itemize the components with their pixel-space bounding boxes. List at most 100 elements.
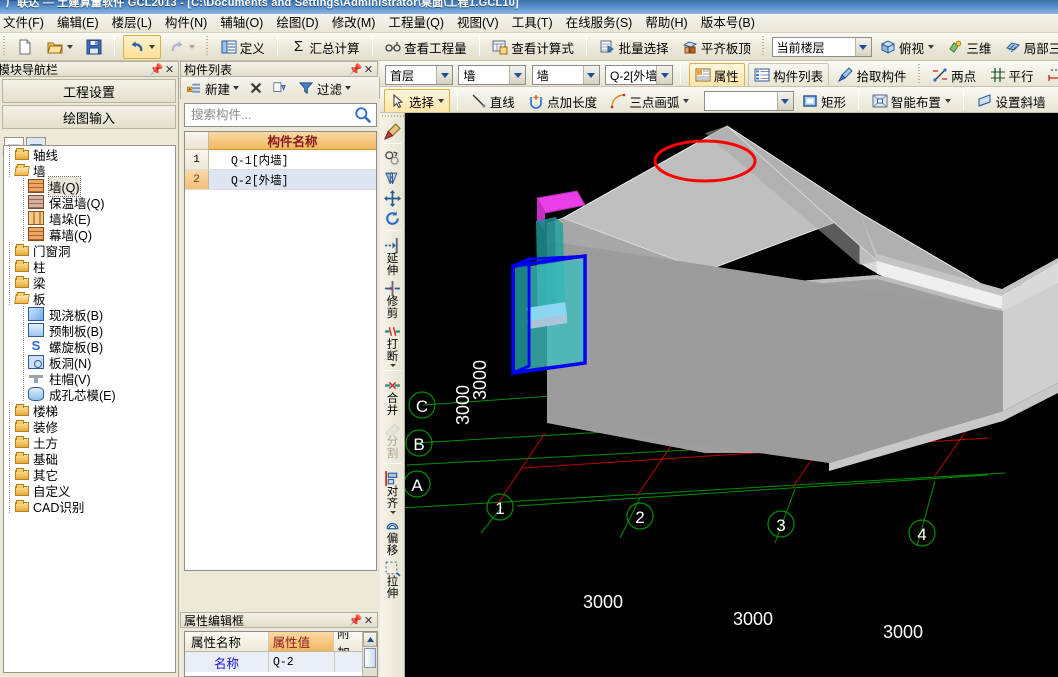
property-row-extra[interactable]	[335, 652, 362, 672]
tree-item-自定义[interactable]: 自定义	[4, 482, 175, 499]
modify-tool-move[interactable]	[380, 187, 405, 207]
pin-icon[interactable]: 📌	[150, 63, 164, 76]
view-formula-button[interactable]: 查看计算式	[487, 35, 579, 59]
menu-item-aux-axis[interactable]: 辅轴(O)	[214, 14, 270, 32]
new-file-button[interactable]	[12, 35, 38, 59]
type-combo[interactable]: 墙	[531, 65, 600, 85]
new-component-button[interactable]: 新建	[184, 79, 242, 97]
set-slope-wall-button[interactable]: 设置斜墙	[972, 89, 1051, 112]
line-tool-button[interactable]: 直线	[466, 89, 520, 112]
modify-tool-trim[interactable]: 修剪	[380, 277, 405, 320]
draw-option-arrow[interactable]	[776, 92, 793, 110]
menu-item-version[interactable]: 版本号(B)	[695, 14, 762, 32]
close-icon[interactable]: ✕	[163, 63, 176, 76]
set-arch-wall-button[interactable]: 设置拱墙	[1054, 89, 1058, 112]
menu-item-quantity[interactable]: 工程量(Q)	[382, 14, 451, 32]
module-tree[interactable]: 轴线墙墙(Q) 保温墙(Q) 墙垛(E) 幕墙(Q) 门窗洞柱梁板现浇板(B) 预制板(B…	[3, 145, 176, 673]
modify-tool-offset[interactable]: 偏移	[380, 514, 405, 557]
search-component-box[interactable]	[184, 103, 377, 127]
view-quantity-button[interactable]: 查看工程量	[380, 35, 472, 59]
vtoolbar-grip[interactable]	[380, 113, 404, 120]
modify-tool-split[interactable]: 分割	[380, 417, 405, 460]
search-input[interactable]	[189, 107, 354, 123]
draw-option-combo[interactable]	[703, 91, 794, 111]
menu-item-draw[interactable]: 绘图(D)	[270, 14, 325, 32]
tree-item-其它[interactable]: 其它	[4, 466, 175, 483]
undo-button[interactable]	[122, 35, 161, 59]
toolbar-grip-3[interactable]	[761, 36, 767, 56]
modify-tool-stretch[interactable]: 拉伸	[380, 557, 405, 600]
floor-combo-arrow[interactable]	[436, 66, 452, 84]
menu-item-tools[interactable]: 工具(T)	[506, 14, 560, 32]
menu-item-file[interactable]: 文件(F)	[0, 14, 51, 32]
modify-tool-dropdown-arrow[interactable]	[389, 511, 396, 514]
pick-component-button[interactable]: 拾取构件	[832, 63, 911, 86]
tree-item-基础[interactable]: 基础	[4, 450, 175, 467]
component-list-pin-icon[interactable]: 📌	[349, 63, 363, 76]
component-combo-arrow[interactable]	[656, 66, 673, 84]
point-plus-length-button[interactable]: 点加长度	[523, 89, 602, 112]
save-button[interactable]	[81, 35, 107, 59]
menu-item-view[interactable]: 视图(V)	[451, 14, 506, 32]
menu-item-online-service[interactable]: 在线服务(S)	[560, 14, 640, 32]
parallel-button[interactable]: 平行	[985, 63, 1039, 86]
select-tool-button[interactable]: 选择	[384, 89, 451, 112]
smart-layout-dropdown-arrow[interactable]	[944, 99, 951, 103]
modify-tool-dropdown-arrow[interactable]	[389, 364, 396, 367]
property-table[interactable]: 属性名称 属性值 附加 名称 Q-2	[184, 631, 378, 677]
tree-item-墙[interactable]: 墙	[4, 162, 175, 179]
property-editor-pin-icon[interactable]: 📌	[349, 614, 363, 627]
new-component-dropdown-arrow[interactable]	[233, 86, 240, 90]
component-list-button[interactable]: 构件列表	[748, 63, 830, 86]
tree-item-幕墙q[interactable]: 幕墙(Q)	[4, 226, 175, 243]
tree-item-轴线[interactable]: 轴线	[4, 146, 175, 163]
open-file-dropdown-arrow[interactable]	[66, 45, 73, 49]
open-file-button[interactable]	[42, 35, 78, 59]
scroll-up-icon[interactable]	[363, 632, 377, 647]
property-scrollbar[interactable]	[362, 632, 377, 676]
component-list-close-icon[interactable]: ✕	[362, 63, 375, 76]
tree-item-成孔芯模e[interactable]: 成孔芯模(E)	[4, 386, 175, 403]
filter-dropdown-arrow[interactable]	[345, 86, 352, 90]
menu-item-modify[interactable]: 修改(M)	[326, 14, 383, 32]
select-tool-dropdown-arrow[interactable]	[438, 99, 445, 103]
menu-item-component[interactable]: 构件(N)	[159, 14, 214, 32]
property-row[interactable]: 名称 Q-2	[185, 652, 363, 672]
three-point-arc-dropdown-arrow[interactable]	[683, 99, 690, 103]
type-combo-arrow[interactable]	[582, 66, 599, 84]
component-grid[interactable]: 构件名称 1 Q-1[内墙] 2 Q-2[外墙]	[184, 131, 377, 571]
rectangle-tool-button[interactable]: 矩形	[797, 89, 851, 112]
toolbar-grip-2[interactable]	[205, 36, 211, 56]
menu-item-floor[interactable]: 楼层(L)	[106, 14, 159, 32]
menu-item-help[interactable]: 帮助(H)	[639, 14, 694, 32]
modify-tool-break[interactable]: 打断	[380, 320, 405, 367]
modify-tool-merge[interactable]: 合并	[380, 374, 405, 417]
copy-component-button[interactable]	[270, 79, 292, 97]
delete-component-button[interactable]	[246, 79, 268, 97]
scroll-thumb[interactable]	[364, 648, 376, 668]
modify-tool-rotate[interactable]	[380, 207, 405, 227]
modify-tool-mirror[interactable]	[380, 167, 405, 187]
properties-button[interactable]: 属性	[688, 63, 745, 86]
three-d-canvas[interactable]: C B A 1 2 3 4 3000 3000 3000 3000 3000	[405, 113, 1058, 677]
property-editor-close-icon[interactable]: ✕	[362, 614, 375, 627]
tree-item-装修[interactable]: 装修	[4, 418, 175, 435]
property-row-value[interactable]: Q-2	[269, 652, 335, 672]
tree-item-cad识别[interactable]: CAD识别	[4, 498, 175, 515]
tree-item-楼梯[interactable]: 楼梯	[4, 402, 175, 419]
smart-layout-button[interactable]: 智能布置	[867, 89, 956, 112]
category-combo[interactable]: 墙	[458, 65, 527, 85]
flush-slab-top-button[interactable]: 平齐板顶	[677, 35, 756, 59]
floor-combo[interactable]: 首层	[385, 65, 453, 85]
three-d-button[interactable]: 三维	[942, 35, 996, 59]
filter-button[interactable]: 过滤	[296, 79, 354, 97]
table-row[interactable]: 2 Q-2[外墙]	[185, 170, 376, 190]
toolbar-grip[interactable]	[2, 36, 7, 56]
modify-tool-rotate-copy[interactable]	[380, 147, 405, 167]
redo-button[interactable]	[164, 35, 200, 59]
current-floor-combo[interactable]: 当前楼层	[771, 37, 872, 57]
nav-button-drawing-input[interactable]: 绘图输入	[2, 105, 176, 129]
tree-item-土方[interactable]: 土方	[4, 434, 175, 451]
modify-tool-brush[interactable]	[380, 120, 405, 140]
component-combo[interactable]: Q-2[外墙]	[605, 65, 674, 85]
